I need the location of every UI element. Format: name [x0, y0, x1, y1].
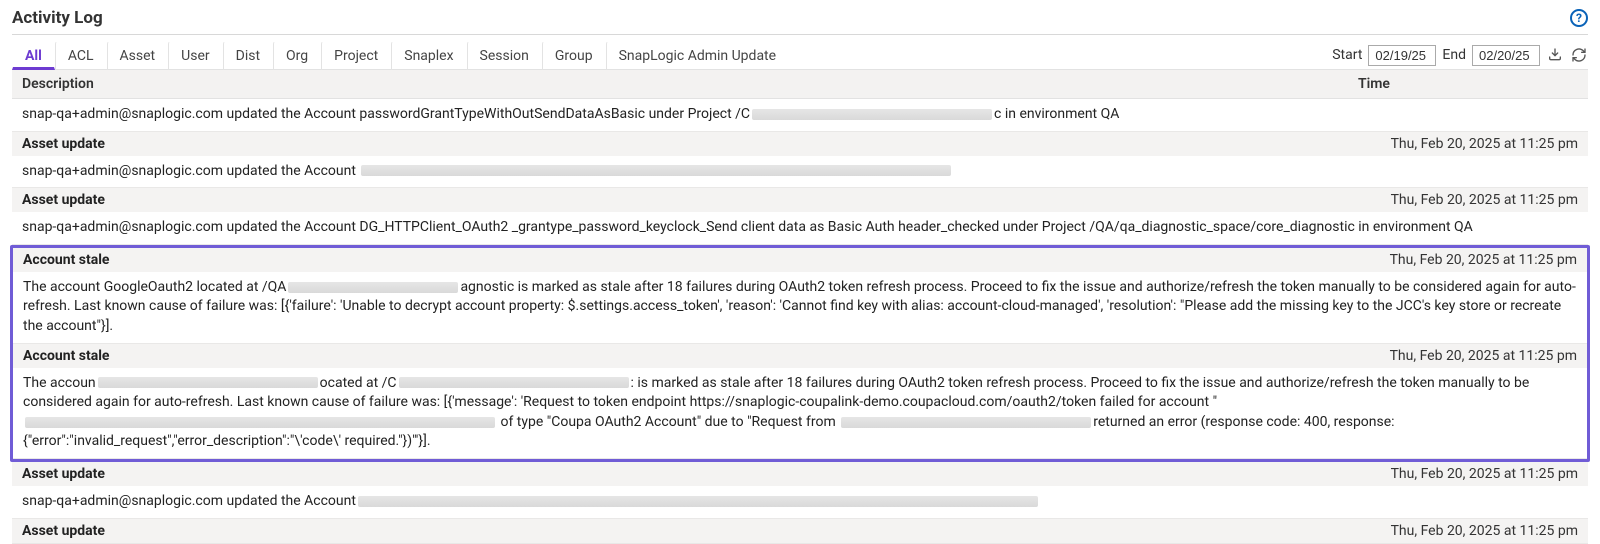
toolbar: AllACLAssetUserDistOrgProjectSnaplexSess…	[12, 35, 1588, 69]
entry-description: snap-qa+admin@snaplogic.com updated the …	[12, 99, 1588, 131]
highlighted-entries: Account stale Thu, Feb 20, 2025 at 11:25 …	[10, 245, 1590, 462]
entry-description: The account GoogleOauth2 located at /QAa…	[13, 272, 1587, 343]
list-header: Description Time	[12, 69, 1588, 99]
entry-header: Asset update Thu, Feb 20, 2025 at 11:25 p…	[12, 462, 1588, 486]
entry-time: Thu, Feb 20, 2025 at 11:25 pm	[1380, 252, 1577, 268]
start-date-input[interactable]	[1368, 45, 1436, 66]
col-time: Time	[1358, 76, 1578, 92]
entry-title: Account stale	[23, 348, 110, 364]
redacted-text	[288, 282, 458, 293]
entry-time: Thu, Feb 20, 2025 at 11:25 pm	[1380, 348, 1577, 364]
log-entry: Account stale Thu, Feb 20, 2025 at 11:25 …	[13, 344, 1587, 459]
entry-description: The accounocated at /C: is marked as sta…	[13, 368, 1587, 458]
refresh-icon[interactable]	[1570, 46, 1588, 64]
tab-snaplex[interactable]: Snaplex	[391, 41, 466, 70]
entry-title: Account stale	[23, 252, 110, 268]
end-date-input[interactable]	[1472, 45, 1540, 66]
log-entry: Asset update Thu, Feb 20, 2025 at 11:25 p…	[12, 188, 1588, 245]
redacted-text	[25, 417, 495, 428]
log-entries: snap-qa+admin@snaplogic.com updated the …	[12, 99, 1588, 544]
entry-description: snap-qa+admin@snaplogic.com updated the …	[12, 156, 1588, 188]
entry-header: Asset update Thu, Feb 20, 2025 at 11:25 p…	[12, 188, 1588, 212]
entry-header: Account stale Thu, Feb 20, 2025 at 11:25 …	[13, 248, 1587, 272]
entry-time: Thu, Feb 20, 2025 at 11:25 pm	[1381, 466, 1578, 482]
entry-title: Asset update	[22, 523, 105, 539]
log-entry: snap-qa+admin@snaplogic.com updated the …	[12, 99, 1588, 132]
tab-org[interactable]: Org	[273, 41, 321, 70]
date-filter: Start End	[1332, 45, 1588, 66]
entry-title: Asset update	[22, 466, 105, 482]
entry-time: Thu, Feb 20, 2025 at 11:25 pm	[1381, 136, 1578, 152]
entry-time: Thu, Feb 20, 2025 at 11:25 pm	[1381, 523, 1578, 539]
redacted-text	[98, 377, 318, 388]
col-description: Description	[22, 76, 1358, 92]
start-label: Start	[1332, 47, 1362, 63]
page-header: Activity Log ?	[12, 6, 1588, 35]
tab-bar: AllACLAssetUserDistOrgProjectSnaplexSess…	[12, 41, 789, 69]
end-label: End	[1442, 47, 1466, 63]
entry-description: snap-qa+admin@snaplogic.com updated the …	[12, 486, 1588, 518]
log-entry: Account stale Thu, Feb 20, 2025 at 11:25 …	[13, 248, 1587, 344]
redacted-text	[361, 165, 951, 176]
entry-header: Asset update Thu, Feb 20, 2025 at 11:25 p…	[12, 519, 1588, 543]
redacted-text	[399, 377, 629, 388]
redacted-text	[358, 496, 1038, 507]
entry-header: Account stale Thu, Feb 20, 2025 at 11:25 …	[13, 344, 1587, 368]
page-title: Activity Log	[12, 8, 103, 28]
tab-snaplogic-admin-update[interactable]: SnapLogic Admin Update	[606, 41, 789, 70]
log-entry: Asset update Thu, Feb 20, 2025 at 11:25 p…	[12, 132, 1588, 189]
tab-project[interactable]: Project	[321, 41, 391, 70]
entry-title: Asset update	[22, 136, 105, 152]
tab-all[interactable]: All	[12, 41, 55, 70]
entry-description: snap-qa+admin@snaplogic.com updated the …	[12, 212, 1588, 244]
tab-session[interactable]: Session	[467, 41, 542, 70]
tab-dist[interactable]: Dist	[223, 41, 273, 70]
redacted-text	[752, 109, 992, 120]
tab-group[interactable]: Group	[542, 41, 606, 70]
entry-title: Asset update	[22, 192, 105, 208]
tab-acl[interactable]: ACL	[55, 41, 107, 70]
entry-time: Thu, Feb 20, 2025 at 11:25 pm	[1381, 192, 1578, 208]
tab-asset[interactable]: Asset	[107, 41, 169, 70]
help-icon[interactable]: ?	[1570, 9, 1588, 27]
tab-user[interactable]: User	[168, 41, 222, 70]
redacted-text	[841, 417, 1091, 428]
log-entry: Asset update Thu, Feb 20, 2025 at 11:25 p…	[12, 462, 1588, 519]
entry-header: Asset update Thu, Feb 20, 2025 at 11:25 p…	[12, 132, 1588, 156]
download-icon[interactable]	[1546, 46, 1564, 64]
log-entry: Asset update Thu, Feb 20, 2025 at 11:25 p…	[12, 519, 1588, 544]
